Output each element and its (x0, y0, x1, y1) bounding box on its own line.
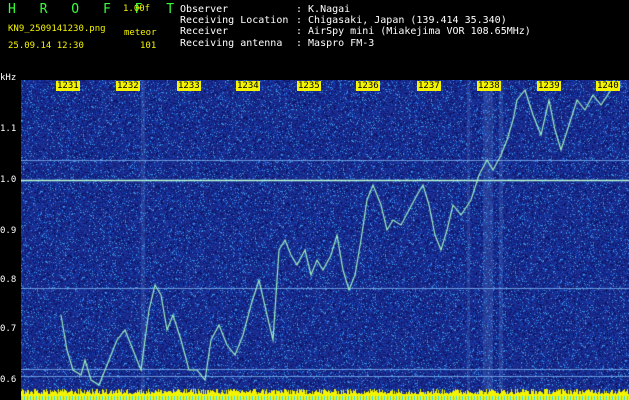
meteor-count: 101 (140, 41, 157, 51)
meta-value: : Chigasaki, Japan (139.414 35.340) (296, 15, 507, 27)
x-tick: 1238 (477, 81, 501, 91)
file-name: KN9_2509141230.png (8, 24, 106, 34)
hrofft-window: H R O F F T 1.00f KN9_2509141230.png met… (0, 0, 629, 400)
x-tick: 1237 (417, 81, 441, 91)
x-tick: 1231 (56, 81, 80, 91)
y-tick: 0.6 (0, 375, 17, 385)
y-axis-unit: kHz (0, 73, 17, 83)
y-tick: 1.0 (0, 175, 17, 185)
meta-key: Receiver (180, 26, 229, 38)
app-version: 1.00f (123, 4, 151, 14)
date-time: 25.09.14 12:30 (8, 41, 84, 51)
meta-key: Observer (180, 4, 229, 15)
meteor-label: meteor (124, 28, 157, 38)
meta-value: : AirSpy mini (Miakejima VOR 108.65MHz) (296, 26, 531, 38)
meta-key: Receiving antenna (180, 37, 283, 49)
x-tick: 1232 (116, 81, 140, 91)
x-tick: 1235 (297, 81, 321, 91)
y-tick: 0.7 (0, 324, 17, 334)
x-tick: 1239 (537, 81, 561, 91)
meta-key: Receiving Location (180, 15, 289, 27)
spectrogram (21, 80, 629, 400)
y-tick: 0.9 (0, 226, 17, 236)
y-tick: 0.8 (0, 275, 17, 285)
x-tick: 1233 (177, 81, 201, 91)
meta-row-location: Receiving Location : Chigasaki, Japan (13… (180, 15, 531, 26)
x-tick: 1234 (236, 81, 260, 91)
y-tick: 1.1 (0, 124, 17, 134)
observation-meta: Observer : K.Nagai Receiving Location : Ch… (180, 4, 531, 49)
meta-row-observer: Observer : K.Nagai (180, 4, 531, 15)
x-tick: 1240 (596, 81, 620, 91)
meta-row-receiver: Receiver : AirSpy mini (Miakejima VOR 108… (180, 26, 531, 37)
meta-value: : K.Nagai (296, 4, 351, 15)
x-tick: 1236 (356, 81, 380, 91)
meta-value: : Maspro FM-3 (296, 37, 375, 49)
meta-row-antenna: Receiving antenna : Maspro FM-3 (180, 38, 531, 49)
app-brand: H R O F F T (8, 2, 183, 17)
